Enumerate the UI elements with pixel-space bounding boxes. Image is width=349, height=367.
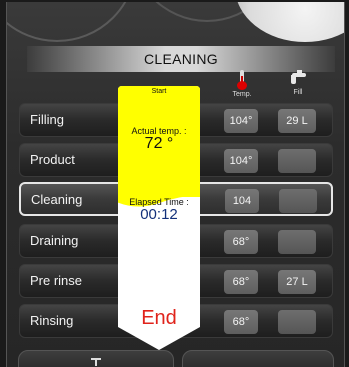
temp-column-label: Temp.	[232, 91, 252, 98]
step-fill: 27 L	[278, 270, 316, 294]
actual-temp-value: 72 °	[144, 135, 174, 152]
step-fill: 29 L	[278, 109, 316, 133]
fill-column-header: Fill	[278, 70, 318, 96]
bottom-left-button[interactable]	[18, 350, 174, 367]
fill-column-label: Fill	[293, 89, 303, 96]
decorative-arc	[7, 2, 137, 42]
step-name: Filling	[30, 112, 64, 127]
step-fill	[278, 310, 316, 334]
step-temp: 104	[225, 189, 259, 213]
gauge-start-label: Start	[151, 88, 167, 95]
progress-gauge: Start Actual temp. : 72 ° Elapsed Time :…	[114, 82, 204, 352]
step-temp: 104°	[224, 109, 258, 133]
step-name: Product	[30, 152, 75, 167]
step-temp: 104°	[224, 149, 258, 173]
step-temp: 68°	[224, 270, 258, 294]
step-fill	[278, 230, 316, 254]
elapsed-time-value: 00:12	[140, 206, 178, 223]
gauge-end-label: End	[141, 307, 177, 329]
page-title: CLEANING	[144, 51, 218, 67]
thermometer-icon	[235, 70, 249, 90]
water-tap-icon	[289, 70, 307, 88]
bottom-right-button[interactable]	[182, 350, 334, 367]
decorative-knob	[235, 2, 344, 42]
step-name: Rinsing	[30, 313, 74, 328]
step-fill	[279, 189, 317, 213]
step-name: Draining	[30, 233, 79, 248]
step-temp: 68°	[224, 310, 258, 334]
step-name: Cleaning	[31, 192, 83, 207]
title-bar: CLEANING	[27, 46, 335, 72]
temp-column-header: Temp.	[222, 70, 262, 98]
step-temp: 68°	[224, 230, 258, 254]
tool-icon-stem	[95, 358, 97, 366]
step-fill	[278, 149, 316, 173]
step-name: Pre rinse	[30, 273, 83, 288]
